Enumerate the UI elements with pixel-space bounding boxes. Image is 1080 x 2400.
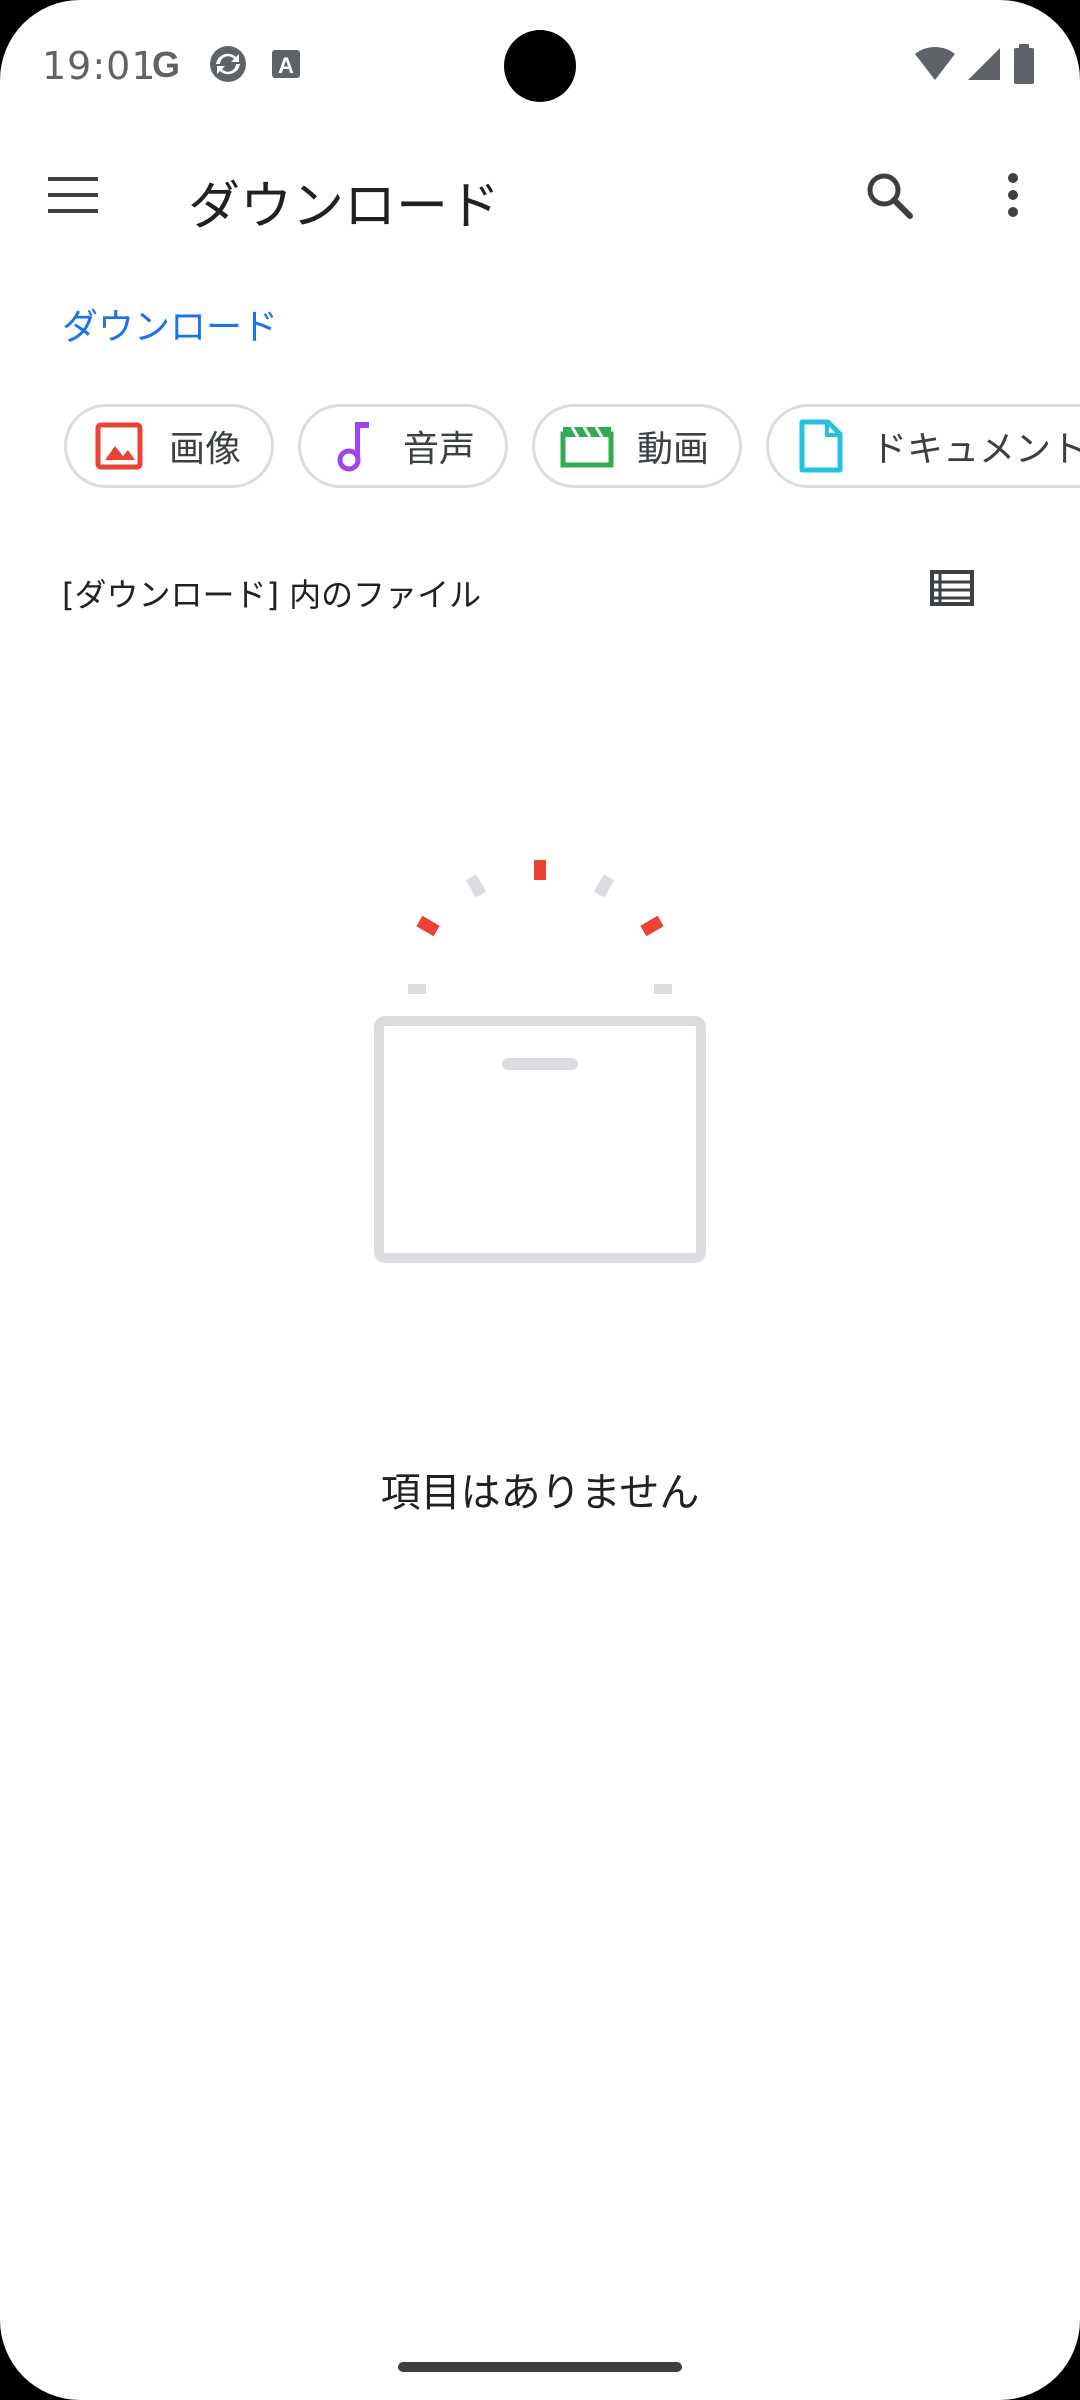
wifi-icon [914, 46, 956, 86]
app-title: ダウンロード [188, 177, 501, 237]
section-title: [ダウンロード] 内のファイル [62, 576, 482, 614]
movie-icon [559, 418, 615, 474]
breadcrumb[interactable]: ダウンロード [62, 298, 278, 350]
google-icon: G [150, 44, 186, 86]
music-note-icon [325, 418, 381, 474]
empty-message: 項目はありません [380, 1470, 700, 1516]
empty-illustration [360, 840, 720, 1280]
chip-label: 画像 [169, 429, 242, 470]
home-indicator[interactable] [398, 2362, 682, 2372]
more-options-button[interactable] [976, 158, 1050, 232]
font-icon: A [270, 48, 302, 84]
svg-text:G: G [152, 46, 180, 82]
status-icons-right [914, 44, 1036, 88]
sync-icon [208, 44, 248, 88]
status-bar: 19:01 G A [0, 0, 1080, 132]
app-bar: ダウンロード [0, 132, 1080, 256]
chip-images[interactable]: 画像 [64, 404, 275, 488]
screen: 19:01 G A ダウンロード ダウンロード 画像 音声 動画 ドキュメント … [0, 0, 1080, 2400]
image-icon [91, 418, 147, 474]
chip-label: ドキュメント [871, 429, 1080, 470]
camera-cutout [504, 30, 576, 102]
chip-label: 動画 [637, 429, 710, 470]
list-view-icon [930, 570, 974, 606]
more-vert-icon [1008, 173, 1018, 217]
status-icons-left: G A [150, 44, 302, 88]
svg-text:A: A [278, 53, 294, 78]
status-time: 19:01 [42, 44, 157, 88]
menu-button[interactable] [36, 158, 110, 232]
menu-icon [48, 177, 98, 213]
search-button[interactable] [852, 158, 926, 232]
chip-label: 音声 [403, 429, 476, 470]
filter-chips: 画像 音声 動画 ドキュメント [64, 404, 1080, 488]
list-view-toggle[interactable] [920, 556, 984, 620]
signal-icon [966, 46, 1002, 86]
battery-icon [1012, 44, 1036, 88]
search-icon [867, 173, 913, 219]
chip-audio[interactable]: 音声 [298, 404, 509, 488]
document-icon [793, 418, 849, 474]
chip-documents[interactable]: ドキュメント [766, 404, 1080, 488]
chip-videos[interactable]: 動画 [532, 404, 743, 488]
